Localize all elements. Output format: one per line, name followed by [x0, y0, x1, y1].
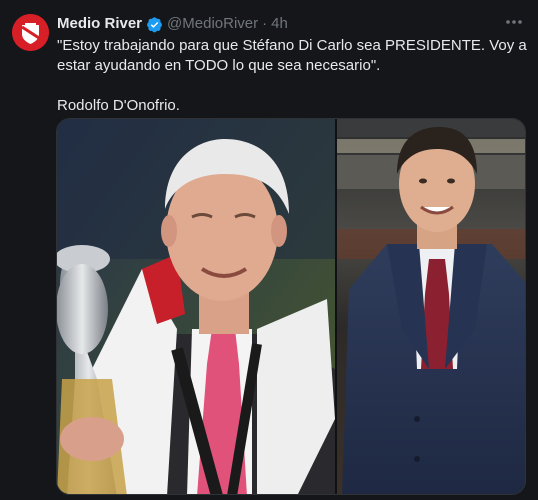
- more-options-icon[interactable]: [504, 12, 524, 32]
- verified-badge-icon: [146, 16, 163, 33]
- tweet-media[interactable]: [56, 118, 526, 495]
- timestamp[interactable]: 4h: [271, 14, 288, 34]
- tweet: Medio River @MedioRiver · 4h "Estoy trab…: [0, 0, 538, 500]
- quote-text: "Estoy trabajando para que Stéfano Di Ca…: [57, 37, 527, 74]
- right-photo: [337, 119, 525, 494]
- left-photo: [57, 119, 335, 494]
- tweet-header: Medio River @MedioRiver · 4h: [57, 14, 288, 34]
- avatar[interactable]: [12, 14, 49, 51]
- author-handle[interactable]: @MedioRiver: [167, 14, 258, 34]
- signature-text: Rodolfo D'Onofrio.: [57, 97, 180, 114]
- author-name[interactable]: Medio River: [57, 14, 142, 34]
- tweet-text: "Estoy trabajando para que Stéfano Di Ca…: [57, 36, 527, 116]
- club-crest-icon: [12, 14, 49, 51]
- separator-dot: ·: [262, 15, 268, 32]
